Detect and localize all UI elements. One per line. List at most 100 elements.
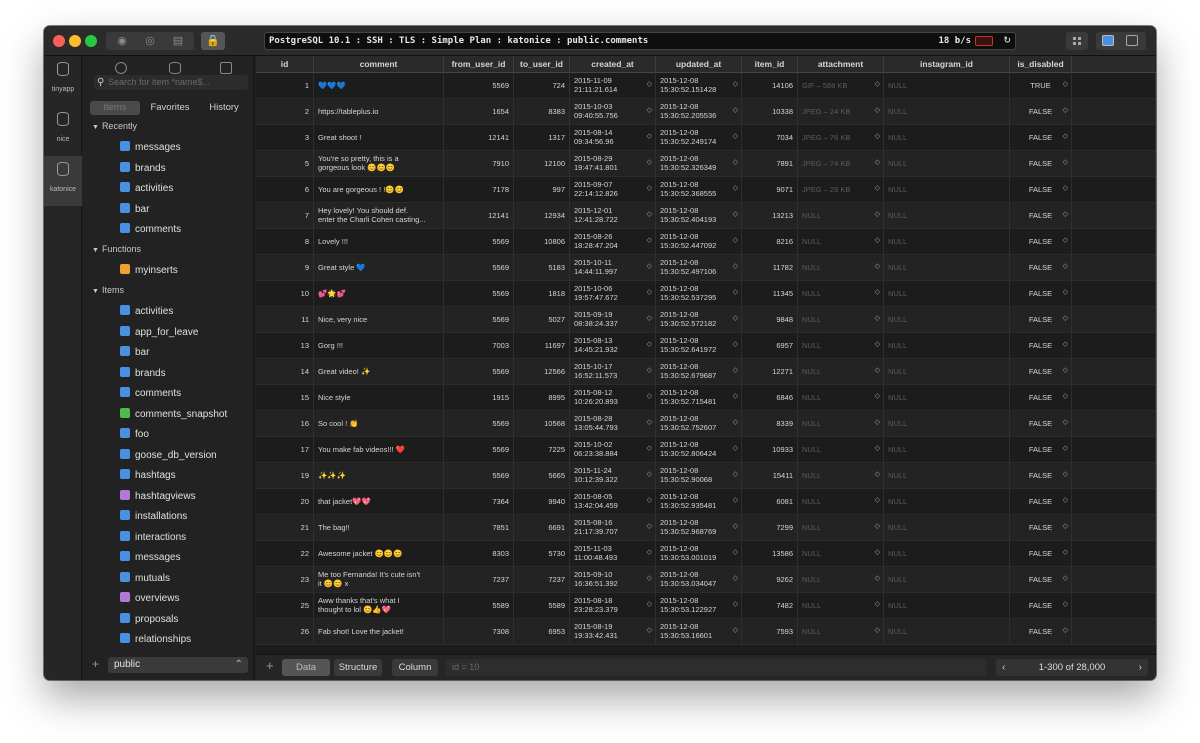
stepper-icon[interactable]: ◇ <box>733 81 738 89</box>
stepper-icon[interactable]: ◇ <box>733 315 738 323</box>
cell-created-at[interactable]: 2015-08-05 13:42:04.459 ◇ <box>570 489 656 515</box>
cell-updated-at[interactable]: 2015-12-08 15:30:52.368555 ◇ <box>656 177 742 203</box>
cell-attachment[interactable]: JPEG – 74 KB ◇ <box>798 151 884 177</box>
cell-item-id[interactable]: 13586 <box>742 541 798 567</box>
cell-is-disabled[interactable]: FALSE ◇ <box>1010 437 1072 463</box>
cell-to-user-id[interactable]: 5589 <box>514 593 570 619</box>
cell-created-at[interactable]: 2015-08-13 14:45:21.932 ◇ <box>570 333 656 359</box>
stepper-icon[interactable]: ◇ <box>875 367 880 375</box>
cell-to-user-id[interactable]: 5665 <box>514 463 570 489</box>
tree-item-activities[interactable]: activities <box>120 182 173 196</box>
tab-data[interactable]: Data <box>282 659 330 676</box>
cell-is-disabled[interactable]: FALSE ◇ <box>1010 125 1072 151</box>
cell-from-user-id[interactable]: 7308 <box>444 619 514 645</box>
sql-editor-icon[interactable]: ▤ <box>164 32 192 50</box>
cell-created-at[interactable]: 2015-09-07 22:14:12.826 ◇ <box>570 177 656 203</box>
tree-item-overviews[interactable]: overviews <box>120 592 179 606</box>
cell-from-user-id[interactable]: 7364 <box>444 489 514 515</box>
stepper-icon[interactable]: ◇ <box>647 393 652 401</box>
table-row[interactable]: 1 💙💙💙 5569 724 2015-11-09 21:11:21.614 ◇ 2015-… <box>256 73 1156 99</box>
next-page-button[interactable]: › <box>1139 659 1142 676</box>
stepper-icon[interactable]: ◇ <box>733 523 738 531</box>
stepper-icon[interactable]: ◇ <box>733 289 738 297</box>
stepper-icon[interactable]: ◇ <box>733 445 738 453</box>
cell-attachment[interactable]: JPEG – 76 KB ◇ <box>798 125 884 151</box>
cell-to-user-id[interactable]: 12100 <box>514 151 570 177</box>
cell-comment[interactable]: Awesome jacket 😊😊😊 <box>314 541 444 567</box>
tree-item-comments[interactable]: comments <box>120 387 181 401</box>
cell-created-at[interactable]: 2015-08-29 19:47:41.801 ◇ <box>570 151 656 177</box>
stepper-icon[interactable]: ◇ <box>733 367 738 375</box>
stepper-icon[interactable]: ◇ <box>733 133 738 141</box>
cell-attachment[interactable]: NULL ◇ <box>798 463 884 489</box>
cell-created-at[interactable]: 2015-10-06 19:57:47.672 ◇ <box>570 281 656 307</box>
cell-from-user-id[interactable]: 7910 <box>444 151 514 177</box>
cell-comment[interactable]: Great style 💙 <box>314 255 444 281</box>
cell-created-at[interactable]: 2015-11-24 10:12:39.322 ◇ <box>570 463 656 489</box>
table-row[interactable]: 23 Me too Fernanda! It's cute isn't it 😊😊… <box>256 567 1156 593</box>
table-row[interactable]: 7 Hey lovely! You should def. enter the C… <box>256 203 1156 229</box>
stepper-icon[interactable]: ◇ <box>875 159 880 167</box>
segment-history[interactable]: History <box>200 101 248 115</box>
cell-from-user-id[interactable]: 1654 <box>444 99 514 125</box>
cell-from-user-id[interactable]: 7003 <box>444 333 514 359</box>
cell-comment[interactable]: You're so pretty, this is a gorgeous loo… <box>314 151 444 177</box>
stepper-icon[interactable]: ◇ <box>1063 627 1068 635</box>
stepper-icon[interactable]: ◇ <box>733 601 738 609</box>
cell-created-at[interactable]: 2015-10-02 06:23:38.884 ◇ <box>570 437 656 463</box>
stepper-icon[interactable]: ◇ <box>733 471 738 479</box>
cell-id[interactable]: 9 <box>256 255 314 281</box>
cell-from-user-id[interactable]: 5569 <box>444 307 514 333</box>
cell-item-id[interactable]: 6081 <box>742 489 798 515</box>
stepper-icon[interactable]: ◇ <box>1063 159 1068 167</box>
stepper-icon[interactable]: ◇ <box>875 445 880 453</box>
tree-item-hashtags[interactable]: hashtags <box>120 469 176 483</box>
cell-id[interactable]: 5 <box>256 151 314 177</box>
cell-item-id[interactable]: 7891 <box>742 151 798 177</box>
cell-attachment[interactable]: NULL ◇ <box>798 333 884 359</box>
cell-instagram-id[interactable]: NULL <box>884 411 1010 437</box>
cell-updated-at[interactable]: 2015-12-08 15:30:52.497106 ◇ <box>656 255 742 281</box>
cell-is-disabled[interactable]: FALSE ◇ <box>1010 307 1072 333</box>
stepper-icon[interactable]: ◇ <box>1063 315 1068 323</box>
tree-item-comments[interactable]: comments <box>120 223 181 237</box>
table-row[interactable]: 10 💕🌟💕 5569 1818 2015-10-06 19:57:47.672 ◇ 201… <box>256 281 1156 307</box>
cell-id[interactable]: 16 <box>256 411 314 437</box>
cell-instagram-id[interactable]: NULL <box>884 99 1010 125</box>
cell-to-user-id[interactable]: 5027 <box>514 307 570 333</box>
cell-comment[interactable]: Fab shot! Love the jacket! <box>314 619 444 645</box>
stepper-icon[interactable]: ◇ <box>733 497 738 505</box>
cell-is-disabled[interactable]: FALSE ◇ <box>1010 463 1072 489</box>
column-header-instagram-id[interactable]: instagram_id <box>884 56 1010 73</box>
cell-is-disabled[interactable]: FALSE ◇ <box>1010 255 1072 281</box>
group-functions[interactable]: ▼ Functions <box>92 244 141 254</box>
segment-items[interactable]: Items <box>90 101 140 115</box>
cell-id[interactable]: 3 <box>256 125 314 151</box>
stepper-icon[interactable]: ◇ <box>1063 185 1068 193</box>
cell-to-user-id[interactable]: 5730 <box>514 541 570 567</box>
column-header-item-id[interactable]: item_id <box>742 56 798 73</box>
tree-item-interactions[interactable]: interactions <box>120 531 186 545</box>
cell-is-disabled[interactable]: FALSE ◇ <box>1010 411 1072 437</box>
lock-icon[interactable]: 🔒 <box>201 32 225 50</box>
column-header-is-disabled[interactable]: is_disabled <box>1010 56 1072 73</box>
stepper-icon[interactable]: ◇ <box>647 289 652 297</box>
stepper-icon[interactable]: ◇ <box>647 549 652 557</box>
cell-id[interactable]: 22 <box>256 541 314 567</box>
stepper-icon[interactable]: ◇ <box>1063 263 1068 271</box>
stepper-icon[interactable]: ◇ <box>647 263 652 271</box>
cell-id[interactable]: 14 <box>256 359 314 385</box>
cell-from-user-id[interactable]: 8303 <box>444 541 514 567</box>
cell-from-user-id[interactable]: 7178 <box>444 177 514 203</box>
cell-instagram-id[interactable]: NULL <box>884 489 1010 515</box>
cell-to-user-id[interactable]: 6953 <box>514 619 570 645</box>
cell-to-user-id[interactable]: 7225 <box>514 437 570 463</box>
left-panel-icon[interactable] <box>1102 35 1114 46</box>
column-header-created-at[interactable]: created_at <box>570 56 656 73</box>
cell-to-user-id[interactable]: 8383 <box>514 99 570 125</box>
cell-created-at[interactable]: 2015-10-17 16:52:11.573 ◇ <box>570 359 656 385</box>
cell-id[interactable]: 25 <box>256 593 314 619</box>
cell-instagram-id[interactable]: NULL <box>884 437 1010 463</box>
stepper-icon[interactable]: ◇ <box>733 237 738 245</box>
stepper-icon[interactable]: ◇ <box>875 211 880 219</box>
